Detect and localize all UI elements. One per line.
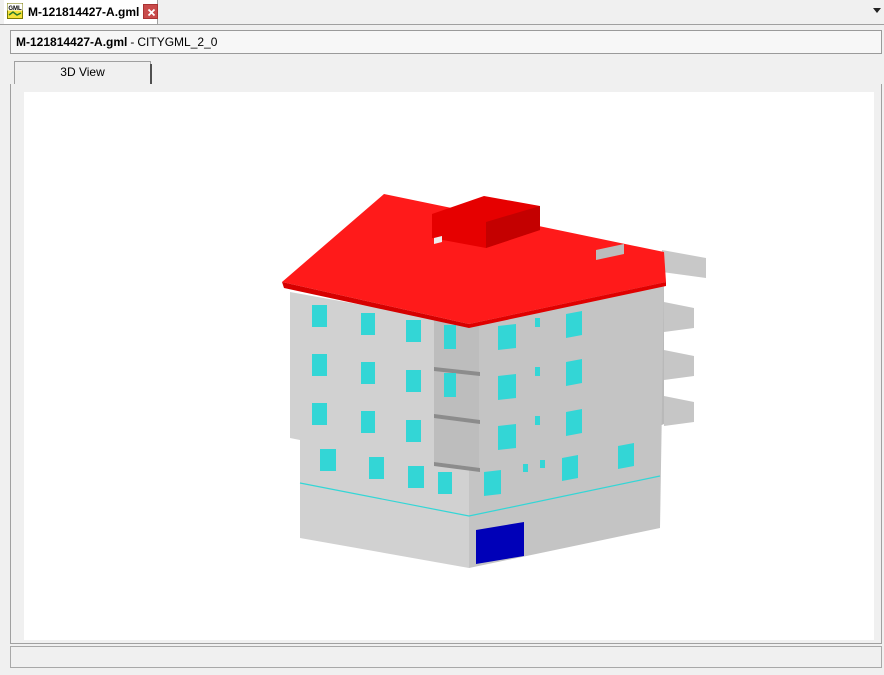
window bbox=[535, 416, 540, 425]
view-tab-strip: 3D View bbox=[10, 60, 882, 86]
window bbox=[406, 320, 421, 342]
window bbox=[408, 466, 424, 488]
window bbox=[361, 313, 375, 335]
window bbox=[369, 457, 384, 479]
window bbox=[361, 411, 375, 433]
corner-recess bbox=[434, 320, 479, 468]
close-tab-button[interactable] bbox=[143, 4, 158, 19]
window bbox=[540, 460, 545, 468]
window bbox=[566, 311, 582, 338]
window bbox=[320, 449, 336, 471]
document-header-bar: M-121814427-A.gml - CITYGML_2_0 bbox=[10, 30, 882, 54]
roof-chimney-block bbox=[662, 250, 706, 278]
window bbox=[535, 318, 540, 327]
3d-viewport[interactable] bbox=[24, 92, 874, 640]
header-file-name: M-121814427-A.gml bbox=[16, 35, 128, 49]
status-bar bbox=[10, 646, 882, 668]
window bbox=[566, 409, 582, 436]
window bbox=[312, 305, 327, 327]
balcony-slab bbox=[664, 350, 694, 380]
balcony-slab bbox=[664, 302, 694, 332]
window bbox=[438, 472, 452, 494]
document-header-text: M-121814427-A.gml - CITYGML_2_0 bbox=[16, 35, 217, 49]
window bbox=[618, 443, 634, 469]
document-tab[interactable]: GML M-121814427-A.gml bbox=[4, 0, 158, 24]
window bbox=[566, 359, 582, 386]
gml-file-icon: GML bbox=[7, 3, 23, 19]
window bbox=[523, 464, 528, 472]
document-tab-label: M-121814427-A.gml bbox=[28, 5, 140, 19]
tab-3d-view[interactable]: 3D View bbox=[14, 61, 152, 86]
tab-3d-view-label: 3D View bbox=[60, 65, 105, 79]
window bbox=[498, 324, 516, 350]
window bbox=[535, 367, 540, 376]
window bbox=[498, 424, 516, 450]
balcony-slab bbox=[664, 396, 694, 426]
window bbox=[562, 455, 578, 481]
window bbox=[498, 374, 516, 400]
gml-file-icon-text: GML bbox=[8, 6, 22, 12]
window bbox=[361, 362, 375, 384]
header-format: CITYGML_2_0 bbox=[137, 35, 218, 49]
close-icon bbox=[147, 8, 156, 17]
building-3d-model[interactable] bbox=[24, 92, 874, 640]
window bbox=[484, 470, 501, 496]
header-separator: - bbox=[130, 35, 135, 49]
window bbox=[312, 354, 327, 376]
tab-divider bbox=[150, 64, 152, 86]
tab-list-dropdown-icon[interactable] bbox=[873, 8, 881, 13]
window bbox=[444, 325, 456, 349]
window bbox=[406, 420, 421, 442]
window bbox=[406, 370, 421, 392]
window bbox=[444, 373, 456, 397]
window bbox=[312, 403, 327, 425]
document-tab-bar: GML M-121814427-A.gml bbox=[0, 0, 884, 25]
